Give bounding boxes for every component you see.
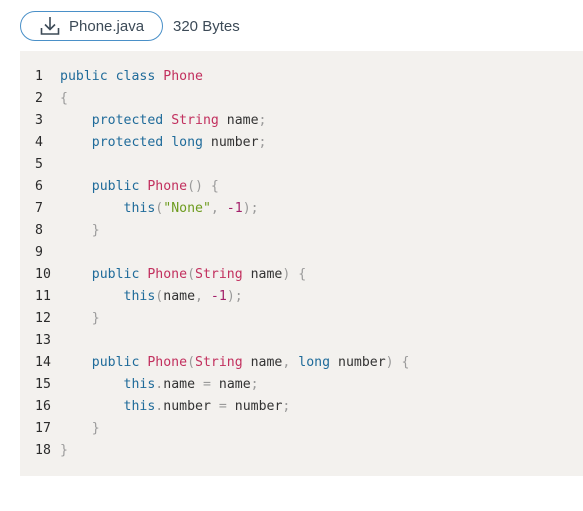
line-number: 14 bbox=[35, 355, 51, 370]
code-line-text: } bbox=[91, 421, 100, 436]
code-line: 17 } bbox=[20, 418, 410, 440]
line-number: 2 bbox=[35, 91, 43, 106]
download-file-button[interactable]: Phone.java bbox=[20, 11, 163, 41]
code-line: 11 this(name, -1); bbox=[20, 286, 410, 308]
code-line: 3 protected String name; bbox=[20, 110, 410, 132]
code-line: 6 public Phone() { bbox=[20, 176, 410, 198]
code-line-text: public Phone(String name, long number) { bbox=[91, 355, 410, 370]
code-line: 15 this.name = name; bbox=[20, 374, 410, 396]
code-line: 4 protected long number; bbox=[20, 132, 410, 154]
line-number: 1 bbox=[35, 69, 43, 84]
code-line: 18} bbox=[20, 440, 410, 462]
code-line: 16 this.number = number; bbox=[20, 396, 410, 418]
line-number: 5 bbox=[35, 157, 43, 172]
code-line-text: } bbox=[60, 443, 68, 458]
code-line: 8 } bbox=[20, 220, 410, 242]
code-line-text: protected long number; bbox=[91, 135, 267, 150]
code-line-text: public Phone(String name) { bbox=[91, 267, 307, 282]
line-number: 8 bbox=[35, 223, 43, 238]
line-number: 7 bbox=[35, 201, 43, 216]
line-number: 6 bbox=[35, 179, 43, 194]
code-block: 1 public class Phone 2{3 protected String … bbox=[20, 66, 410, 462]
code-line-text: this.number = number; bbox=[123, 399, 291, 414]
line-number: 9 bbox=[35, 245, 43, 260]
code-line: 1 public class Phone bbox=[20, 66, 410, 88]
line-number: 3 bbox=[35, 113, 43, 128]
code-line-text: } bbox=[91, 311, 100, 326]
code-line: 9 bbox=[20, 242, 410, 264]
line-number: 11 bbox=[35, 289, 51, 304]
code-line-text: public class Phone bbox=[60, 69, 203, 84]
code-line: 7 this("None", -1); bbox=[20, 198, 410, 220]
code-line-text: this.name = name; bbox=[123, 377, 259, 392]
code-line: 13 bbox=[20, 330, 410, 352]
code-line: 12 } bbox=[20, 308, 410, 330]
file-size: 320 Bytes bbox=[173, 17, 240, 35]
code-line: 10 public Phone(String name) { bbox=[20, 264, 410, 286]
code-line-text: } bbox=[91, 223, 100, 238]
code-line-text: this("None", -1); bbox=[123, 201, 259, 216]
code-line: 2{ bbox=[20, 88, 410, 110]
file-header: Phone.java 320 Bytes bbox=[20, 11, 240, 41]
download-icon bbox=[39, 15, 61, 37]
code-line: 14 public Phone(String name, long number… bbox=[20, 352, 410, 374]
line-number: 10 bbox=[35, 267, 51, 282]
download-file-name: Phone.java bbox=[69, 17, 145, 35]
code-line: 5 bbox=[20, 154, 410, 176]
line-number: 18 bbox=[35, 443, 51, 458]
code-line-text: public Phone() { bbox=[91, 179, 219, 194]
code-line-text: this(name, -1); bbox=[123, 289, 243, 304]
line-number: 16 bbox=[35, 399, 51, 414]
code-line-text: protected String name; bbox=[91, 113, 267, 128]
line-number: 15 bbox=[35, 377, 51, 392]
line-number: 13 bbox=[35, 333, 51, 348]
line-number: 17 bbox=[35, 421, 51, 436]
code-line-text: { bbox=[60, 91, 68, 106]
line-number: 4 bbox=[35, 135, 43, 150]
line-number: 12 bbox=[35, 311, 51, 326]
code-viewer: 1 public class Phone 2{3 protected String … bbox=[20, 51, 583, 476]
